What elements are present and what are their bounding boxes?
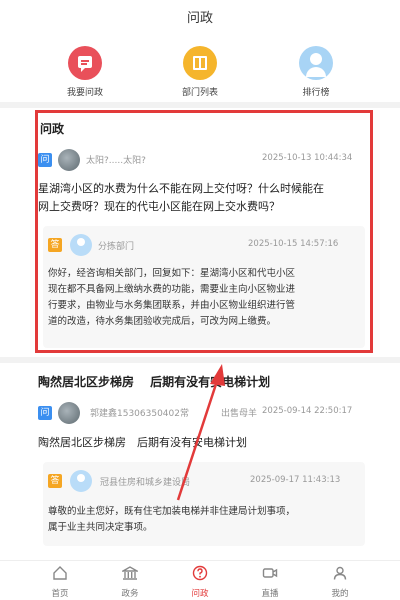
nav-label: 我的 [331,589,349,599]
profile-icon [333,566,347,580]
nav-label: 问政 [191,589,209,599]
nav-profile[interactable]: 我的 [310,565,370,599]
question-icon [192,565,208,581]
bottom-navigation: 首页 政务 问政 直播 我的 [0,560,400,600]
government-icon [120,566,140,580]
nav-live[interactable]: 直播 [240,565,300,599]
nav-government[interactable]: 政务 [100,565,160,599]
home-icon [53,566,67,580]
nav-label: 首页 [51,589,69,599]
annotation-arrow [176,364,225,501]
nav-label: 政务 [121,589,139,599]
nav-home[interactable]: 首页 [30,565,90,599]
video-icon [262,568,278,578]
nav-label: 直播 [261,589,279,599]
nav-question[interactable]: 问政 [170,565,230,599]
